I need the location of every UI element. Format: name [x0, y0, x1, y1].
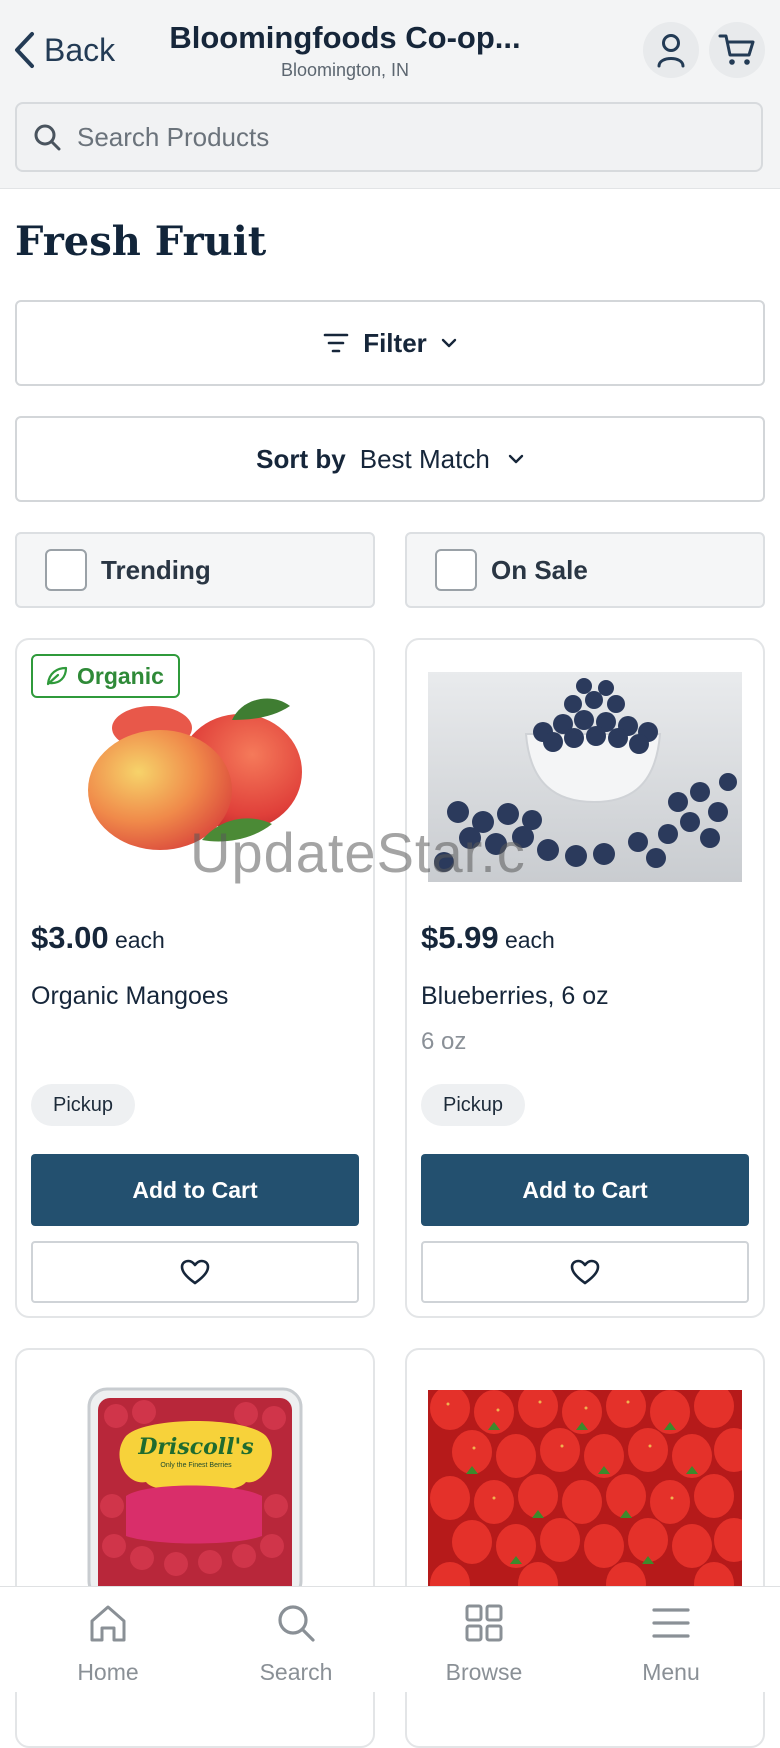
search-input[interactable] — [75, 120, 719, 154]
cart-button[interactable] — [709, 22, 765, 78]
search-icon — [278, 1605, 315, 1642]
page-title: Fresh Fruit — [15, 218, 267, 265]
store-name[interactable]: Bloomingfoods Co-op... — [150, 20, 540, 56]
app-header: Back Bloomingfoods Co-op... Bloomington,… — [0, 0, 780, 189]
back-button[interactable]: Back — [12, 28, 115, 72]
filter-label: Filter — [363, 327, 427, 358]
menu-icon — [652, 1608, 690, 1638]
nav-home-label: Home — [77, 1659, 139, 1685]
add-to-cart-button[interactable]: Add to Cart — [421, 1154, 749, 1226]
filter-icon — [323, 333, 349, 353]
store-location: Bloomington, IN — [280, 60, 410, 80]
trending-checkbox[interactable] — [45, 549, 87, 591]
chevron-down-icon — [441, 338, 456, 348]
driscolls-label: Driscoll's — [138, 1434, 254, 1460]
chevron-down-icon — [508, 454, 524, 464]
chevron-left-icon — [15, 32, 34, 68]
leaf-icon — [46, 666, 68, 686]
product-price: $3.00 each — [31, 920, 165, 956]
nav-search[interactable]: Search — [236, 1597, 356, 1686]
driscolls-tagline: Only the Finest Berries — [160, 1462, 232, 1469]
price-value: $5.99 — [421, 920, 499, 955]
price-value: $3.00 — [31, 920, 109, 955]
nav-browse-label: Browse — [445, 1659, 523, 1685]
bottom-nav: Home Search Browse Menu — [0, 1586, 780, 1692]
price-unit: each — [114, 927, 165, 953]
search-icon — [34, 124, 61, 151]
product-price: $5.99 each — [421, 920, 555, 956]
account-button[interactable] — [643, 22, 699, 78]
product-name[interactable]: Organic Mangoes — [31, 982, 228, 1011]
price-unit: each — [504, 927, 555, 953]
favorite-button[interactable] — [31, 1241, 359, 1303]
organic-badge-label: Organic — [77, 662, 164, 689]
raspberries-image — [87, 1387, 303, 1586]
home-icon — [90, 1605, 126, 1642]
pickup-tag: Pickup — [421, 1084, 526, 1126]
watermark: UpdateStar.c — [190, 821, 526, 884]
user-icon — [657, 34, 685, 68]
favorite-button[interactable] — [421, 1241, 749, 1303]
back-label: Back — [44, 31, 116, 68]
nav-search-label: Search — [259, 1659, 333, 1685]
filter-button[interactable]: Filter — [15, 300, 765, 386]
on-sale-filter[interactable]: On Sale — [405, 532, 765, 608]
trending-filter[interactable]: Trending — [15, 532, 375, 608]
sort-label: Sort by — [256, 443, 346, 474]
sort-dropdown[interactable]: Sort by Best Match — [15, 416, 765, 502]
nav-home[interactable]: Home — [48, 1597, 168, 1686]
sort-value: Best Match — [359, 443, 490, 474]
grid-icon — [465, 1604, 503, 1642]
heart-icon — [180, 1259, 210, 1285]
strawberries-image — [428, 1390, 742, 1586]
trending-label: Trending — [101, 554, 211, 585]
pickup-tag: Pickup — [31, 1084, 136, 1126]
product-size: 6 oz — [421, 1028, 467, 1055]
nav-browse[interactable]: Browse — [424, 1597, 544, 1686]
product-name[interactable]: Blueberries, 6 oz — [421, 982, 609, 1011]
nav-menu-label: Menu — [642, 1659, 700, 1685]
heart-icon — [570, 1259, 600, 1285]
nav-menu[interactable]: Menu — [611, 1597, 731, 1686]
on-sale-label: On Sale — [491, 554, 588, 585]
on-sale-checkbox[interactable] — [435, 549, 477, 591]
cart-icon — [718, 34, 755, 65]
search-bar[interactable] — [15, 102, 763, 172]
add-to-cart-button[interactable]: Add to Cart — [31, 1154, 359, 1226]
